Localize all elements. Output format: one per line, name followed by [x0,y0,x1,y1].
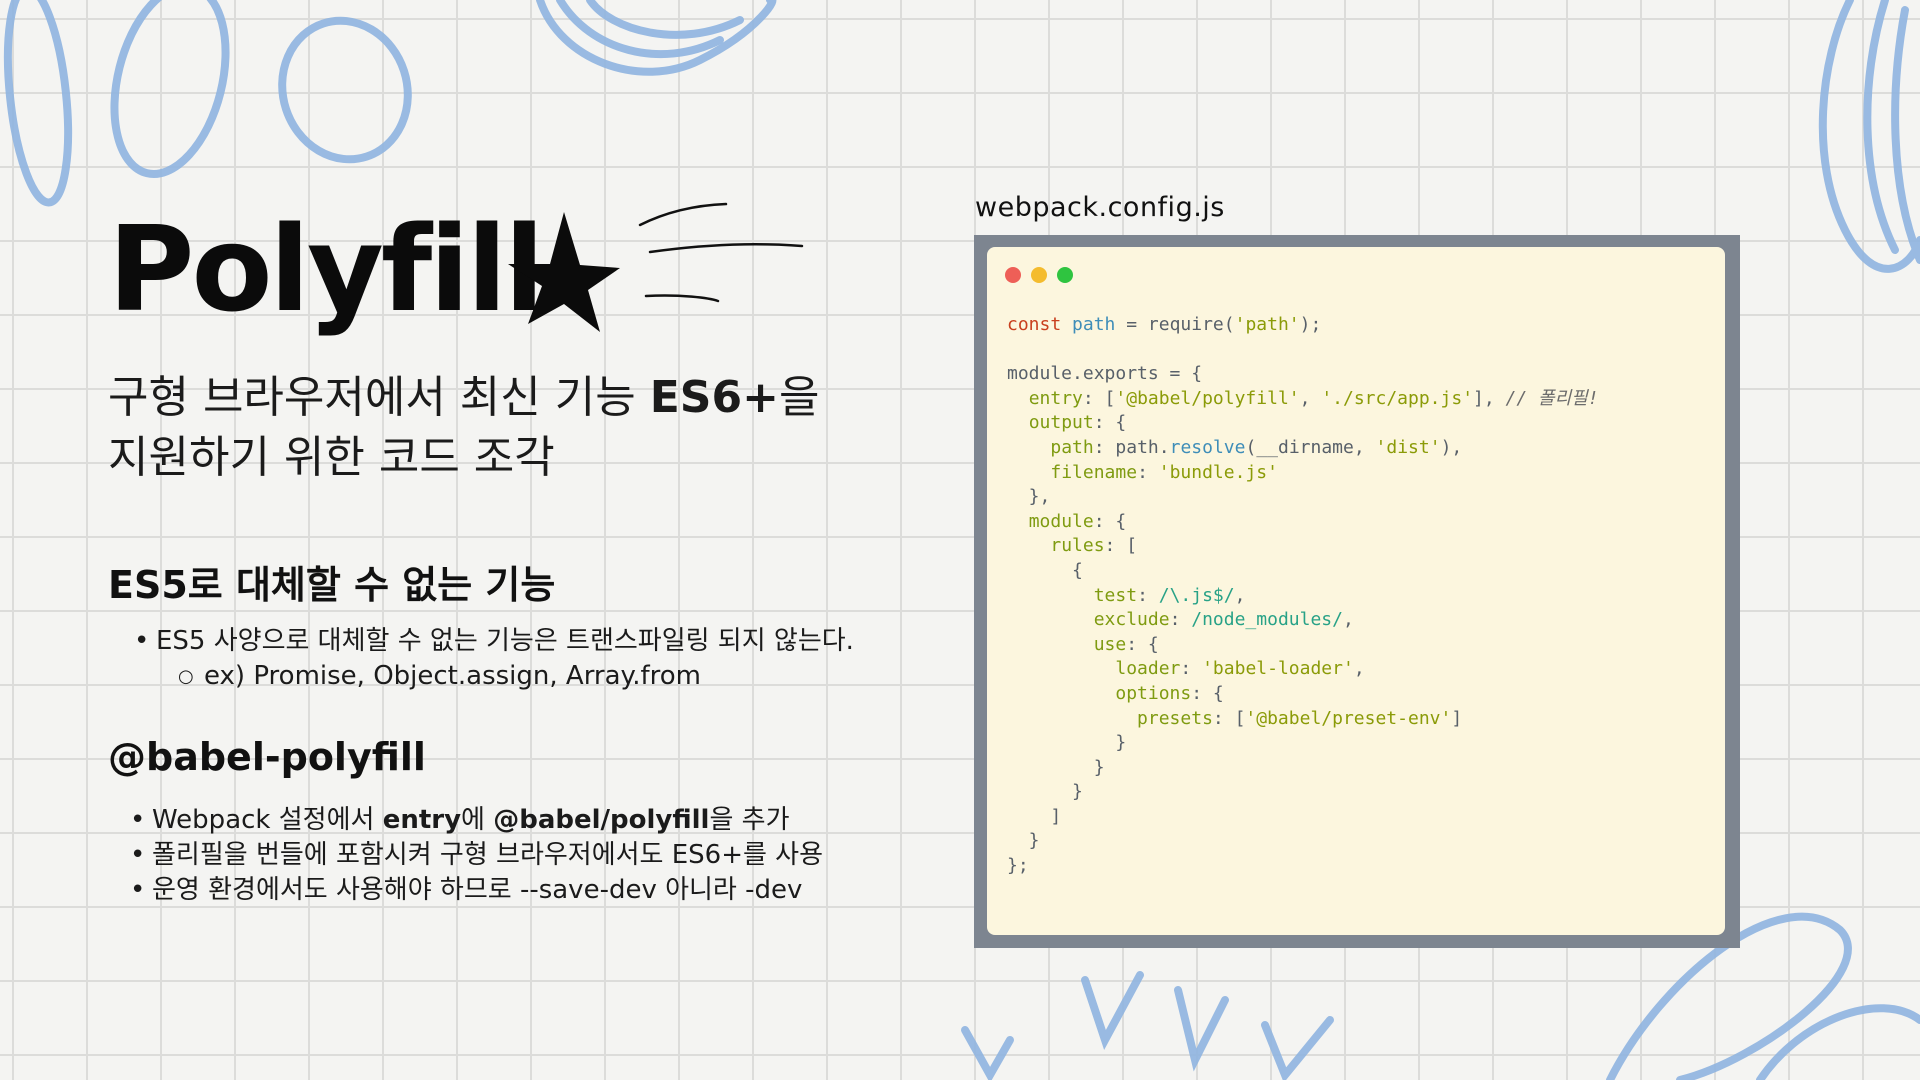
code-block: const path = require('path'); module.exp… [1007,314,1599,877]
subtitle-line1-bold: ES6+ [649,372,779,423]
code-file-label: webpack.config.js [975,192,1225,223]
list-item: ES5 사양으로 대체할 수 없는 기능은 트랜스파일링 되지 않는다. [126,624,854,659]
list-item: Webpack 설정에서 entry에 @babel/polyfill을 추가 [122,803,823,838]
section-heading-babel-polyfill: @babel-polyfill [108,735,426,779]
text-bold: entry [382,805,462,835]
list-item-sub: ex) Promise, Object.assign, Array.from [126,659,854,694]
subtitle-line1-prefix: 구형 브라우저에서 최신 기능 [108,372,650,423]
list-item: 운영 환경에서도 사용해야 하므로 --save-dev 아니라 -dev [122,873,823,908]
es5-bullet-list: ES5 사양으로 대체할 수 없는 기능은 트랜스파일링 되지 않는다. ex)… [126,624,854,694]
subtitle-line1-suffix: 을 [778,372,820,423]
subtitle: 구형 브라우저에서 최신 기능 ES6+을 지원하기 위한 코드 조각 [108,368,908,488]
code-editor-window: const path = require('path'); module.exp… [987,247,1725,935]
text: 에 [461,805,494,835]
window-controls [1005,267,1073,283]
babel-bullet-list: Webpack 설정에서 entry에 @babel/polyfill을 추가 … [122,803,823,908]
star-icon [508,202,804,332]
close-dot-icon [1005,267,1021,283]
text: 을 추가 [709,805,790,835]
text: Webpack 설정에서 [152,805,383,835]
minimize-dot-icon [1031,267,1047,283]
maximize-dot-icon [1057,267,1073,283]
section-heading-es5: ES5로 대체할 수 없는 기능 [108,563,556,607]
subtitle-line2: 지원하기 위한 코드 조각 [108,432,555,483]
text-bold: @babel/polyfill [493,805,710,835]
page-title: Polyfill [108,200,545,338]
list-item: 폴리필을 번들에 포함시켜 구형 브라우저에서도 ES6+를 사용 [122,838,823,873]
